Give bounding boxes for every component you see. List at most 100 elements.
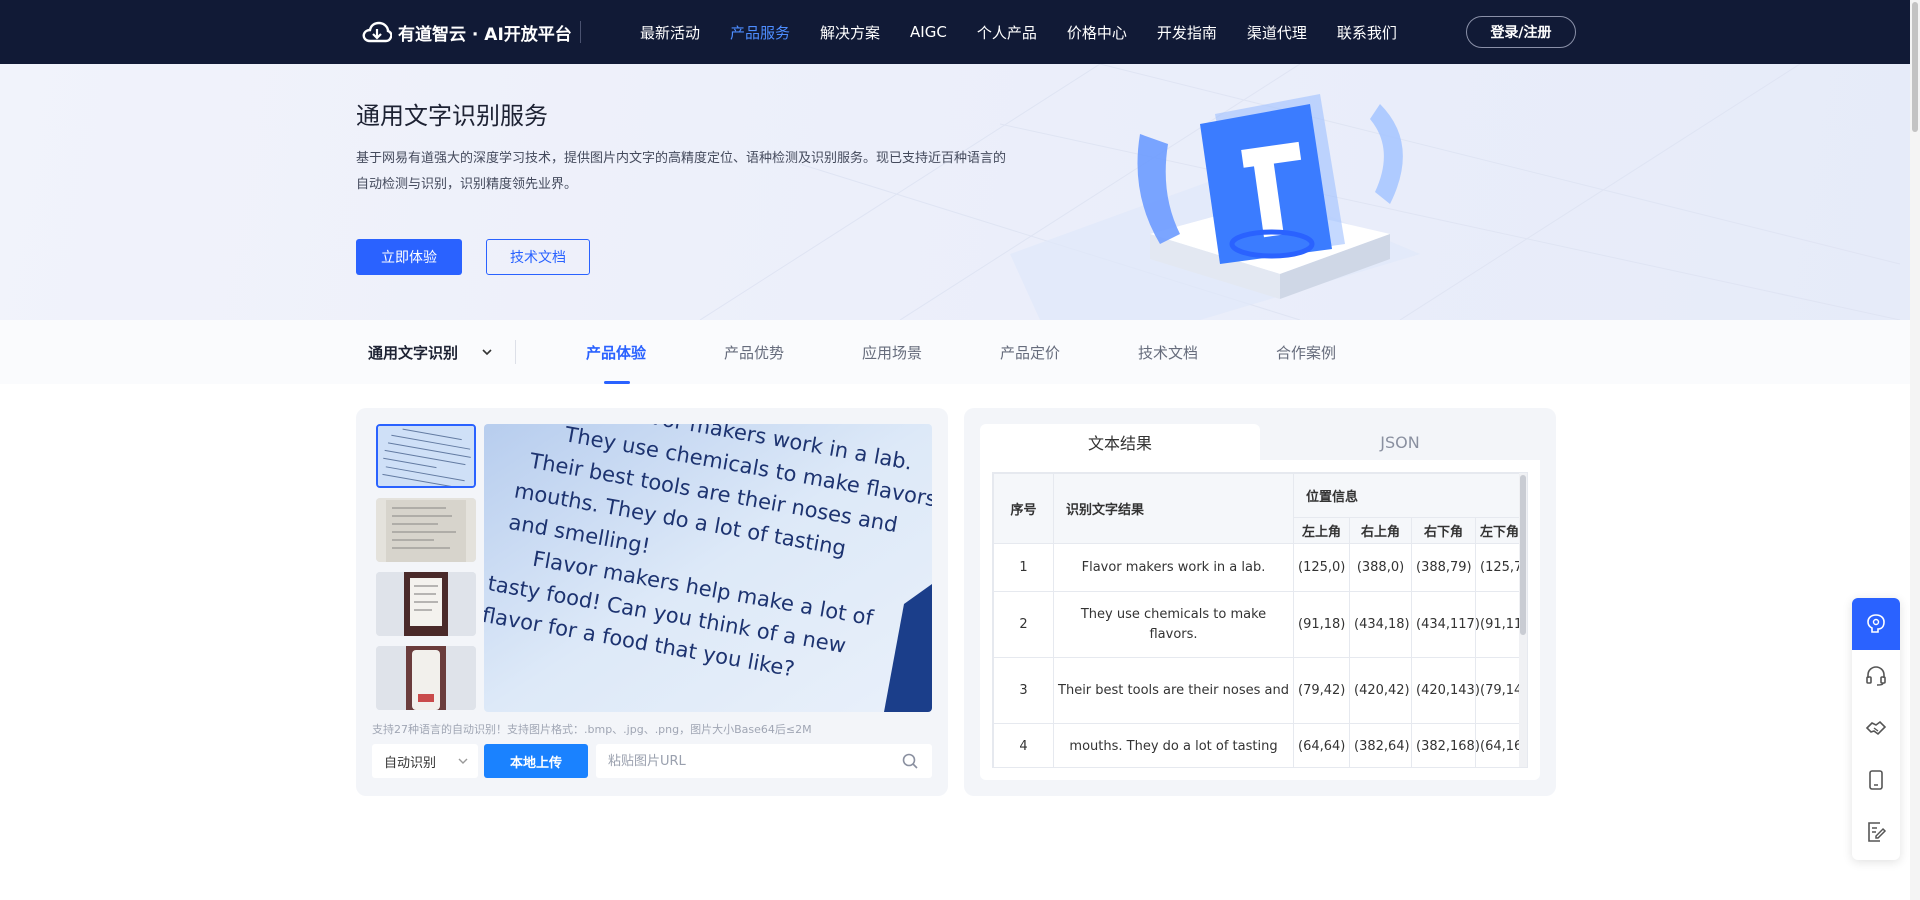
table-scrollbar-thumb[interactable] [1520, 475, 1526, 635]
row-bottom-left: (91,117) [1474, 591, 1527, 658]
header-text: 识别文字结果 [1053, 473, 1294, 544]
mobile-app-button[interactable] [1852, 754, 1900, 806]
tab-cases[interactable]: 合作案例 [1276, 320, 1414, 384]
handshake-icon [1865, 720, 1887, 736]
result-table-container: 序号 识别文字结果 位置信息 左上角 右上角 右下角 左下角 1 Flavor … [992, 472, 1528, 768]
thumbnail-preview [376, 646, 476, 710]
row-top-left: (125,0) [1293, 543, 1350, 592]
row-top-right: (388,0) [1349, 543, 1412, 592]
table-row: 4 mouths. They do a lot of tasting (64,6… [993, 723, 1527, 767]
local-upload-button[interactable]: 本地上传 [484, 744, 588, 778]
search-icon[interactable] [902, 753, 918, 769]
page-title: 通用文字识别服务 [356, 102, 548, 130]
partnership-button[interactable] [1852, 702, 1900, 754]
nav-item-solutions[interactable]: 解决方案 [820, 22, 880, 43]
edit-doc-icon [1868, 822, 1887, 842]
row-top-right: (434,18) [1349, 591, 1412, 658]
row-text: mouths. They do a lot of tasting [1053, 723, 1294, 767]
demo-input-panel: Flavor makers work in a lab.They use che… [356, 408, 948, 796]
nav-item-channel[interactable]: 渠道代理 [1247, 22, 1307, 43]
nav-item-aigc[interactable]: AIGC [910, 23, 947, 41]
table-scrollbar[interactable] [1519, 473, 1527, 767]
ocr-illustration-icon [1137, 94, 1403, 299]
headset-icon [1866, 666, 1886, 686]
top-navbar: 有道智云 · AI开放平台 最新活动 产品服务 解决方案 AIGC 个人产品 价… [0, 0, 1920, 64]
login-register-button[interactable]: 登录/注册 [1466, 16, 1576, 48]
row-bottom-left: (64,168) [1474, 723, 1527, 767]
nav-item-pricing[interactable]: 价格中心 [1067, 22, 1127, 43]
row-top-left: (64,64) [1293, 723, 1350, 767]
results-panel: 文本结果 JSON 序号 识别文字结果 位置信息 左上角 右上角 右下角 左下角… [964, 408, 1556, 796]
tab-json[interactable]: JSON [1260, 424, 1540, 460]
row-index: 1 [993, 543, 1054, 592]
customer-service-button[interactable] [1852, 650, 1900, 702]
chevron-down-icon [458, 758, 468, 764]
hero-description: 基于网易有道强大的深度学习技术，提供图片内文字的高精度定位、语种检测及识别服务。… [356, 151, 1007, 192]
result-tabs: 文本结果 JSON [980, 424, 1540, 460]
row-text: Flavor makers work in a lab. [1053, 543, 1294, 592]
tab-product-experience[interactable]: 产品体验 [586, 320, 724, 384]
sample-thumbnail-1[interactable] [376, 424, 476, 488]
ai-assistant-button[interactable] [1852, 598, 1900, 650]
row-bottom-left: (125,79) [1474, 543, 1527, 592]
row-top-right: (382,64) [1349, 723, 1412, 767]
subnav-tabs: 产品体验 产品优势 应用场景 产品定价 技术文档 合作案例 [586, 320, 1414, 384]
brain-icon [1867, 614, 1885, 633]
row-top-left: (91,18) [1293, 591, 1350, 658]
row-text: They use chemicals to make flavors. [1053, 591, 1294, 658]
hero-banner: 通用文字识别服务 基于网易有道强大的深度学习技术，提供图片内文字的高精度定位、语… [0, 64, 1920, 320]
header-top-right: 右上角 [1349, 517, 1412, 544]
table-row: 3 Their best tools are their noses and (… [993, 657, 1527, 724]
subnav-divider [515, 340, 516, 364]
tab-product-advantages[interactable]: 产品优势 [724, 320, 862, 384]
language-dropdown[interactable]: 自动识别 [372, 744, 478, 778]
tab-text-result[interactable]: 文本结果 [980, 424, 1260, 460]
nav-item-personal[interactable]: 个人产品 [977, 22, 1037, 43]
product-subnav: 通用文字识别 产品体验 产品优势 应用场景 产品定价 技术文档 合作案例 [0, 320, 1920, 384]
thumbnail-preview [376, 498, 476, 562]
tab-use-cases[interactable]: 应用场景 [862, 320, 1000, 384]
nav-item-products[interactable]: 产品服务 [730, 22, 790, 43]
page-scrollbar-thumb[interactable] [1912, 2, 1918, 132]
tech-docs-button[interactable]: 技术文档 [486, 239, 590, 275]
row-text: Their best tools are their noses and [1053, 657, 1294, 724]
format-hint: 支持27种语言的自动识别！支持图片格式：.bmp、.jpg、.png，图片大小B… [372, 723, 812, 736]
sample-thumbnail-4[interactable] [376, 646, 476, 710]
nav-item-contact[interactable]: 联系我们 [1337, 22, 1397, 43]
header-top-left: 左上角 [1293, 517, 1350, 544]
row-index: 3 [993, 657, 1054, 724]
page-scrollbar[interactable] [1910, 0, 1920, 900]
nav-item-latest[interactable]: 最新活动 [640, 22, 700, 43]
table-row: 1 Flavor makers work in a lab. (125,0) (… [993, 543, 1527, 592]
row-bottom-right: (434,117) [1411, 591, 1480, 658]
tablet-icon [1869, 770, 1883, 790]
image-url-input[interactable] [596, 744, 932, 778]
row-bottom-right: (382,168) [1411, 723, 1480, 767]
sample-thumbnail-3[interactable] [376, 572, 476, 636]
tab-pricing[interactable]: 产品定价 [1000, 320, 1138, 384]
row-bottom-right: (420,143) [1411, 657, 1480, 724]
table-row: 2 They use chemicals to make flavors. (9… [993, 591, 1527, 658]
sample-thumbnail-2[interactable] [376, 498, 476, 562]
row-bottom-right: (388,79) [1411, 543, 1476, 592]
nav-item-dev-guide[interactable]: 开发指南 [1157, 22, 1217, 43]
try-now-button[interactable]: 立即体验 [356, 239, 462, 275]
header-index: 序号 [993, 473, 1054, 544]
product-dropdown[interactable]: 通用文字识别 [368, 320, 492, 384]
chevron-down-icon [482, 349, 492, 356]
header-position: 位置信息 [1292, 473, 1525, 518]
row-index: 2 [993, 591, 1054, 658]
row-top-left: (79,42) [1293, 657, 1350, 724]
product-dropdown-label: 通用文字识别 [368, 343, 459, 362]
tab-tech-docs[interactable]: 技术文档 [1138, 320, 1276, 384]
main-nav: 最新活动 产品服务 解决方案 AIGC 个人产品 价格中心 开发指南 渠道代理 … [640, 0, 1427, 64]
feedback-button[interactable] [1852, 806, 1900, 858]
logo-divider [580, 21, 581, 43]
cloud-logo-icon [362, 21, 392, 43]
header-bottom-right: 右下角 [1411, 517, 1476, 544]
logo-text: 有道智云 · AI开放平台 [398, 24, 572, 45]
row-top-right: (420,42) [1349, 657, 1412, 724]
brand-logo[interactable]: 有道智云 · AI开放平台 [362, 18, 572, 46]
floating-toolbar [1852, 598, 1900, 860]
header-bottom-left: 左下角 [1474, 517, 1525, 544]
